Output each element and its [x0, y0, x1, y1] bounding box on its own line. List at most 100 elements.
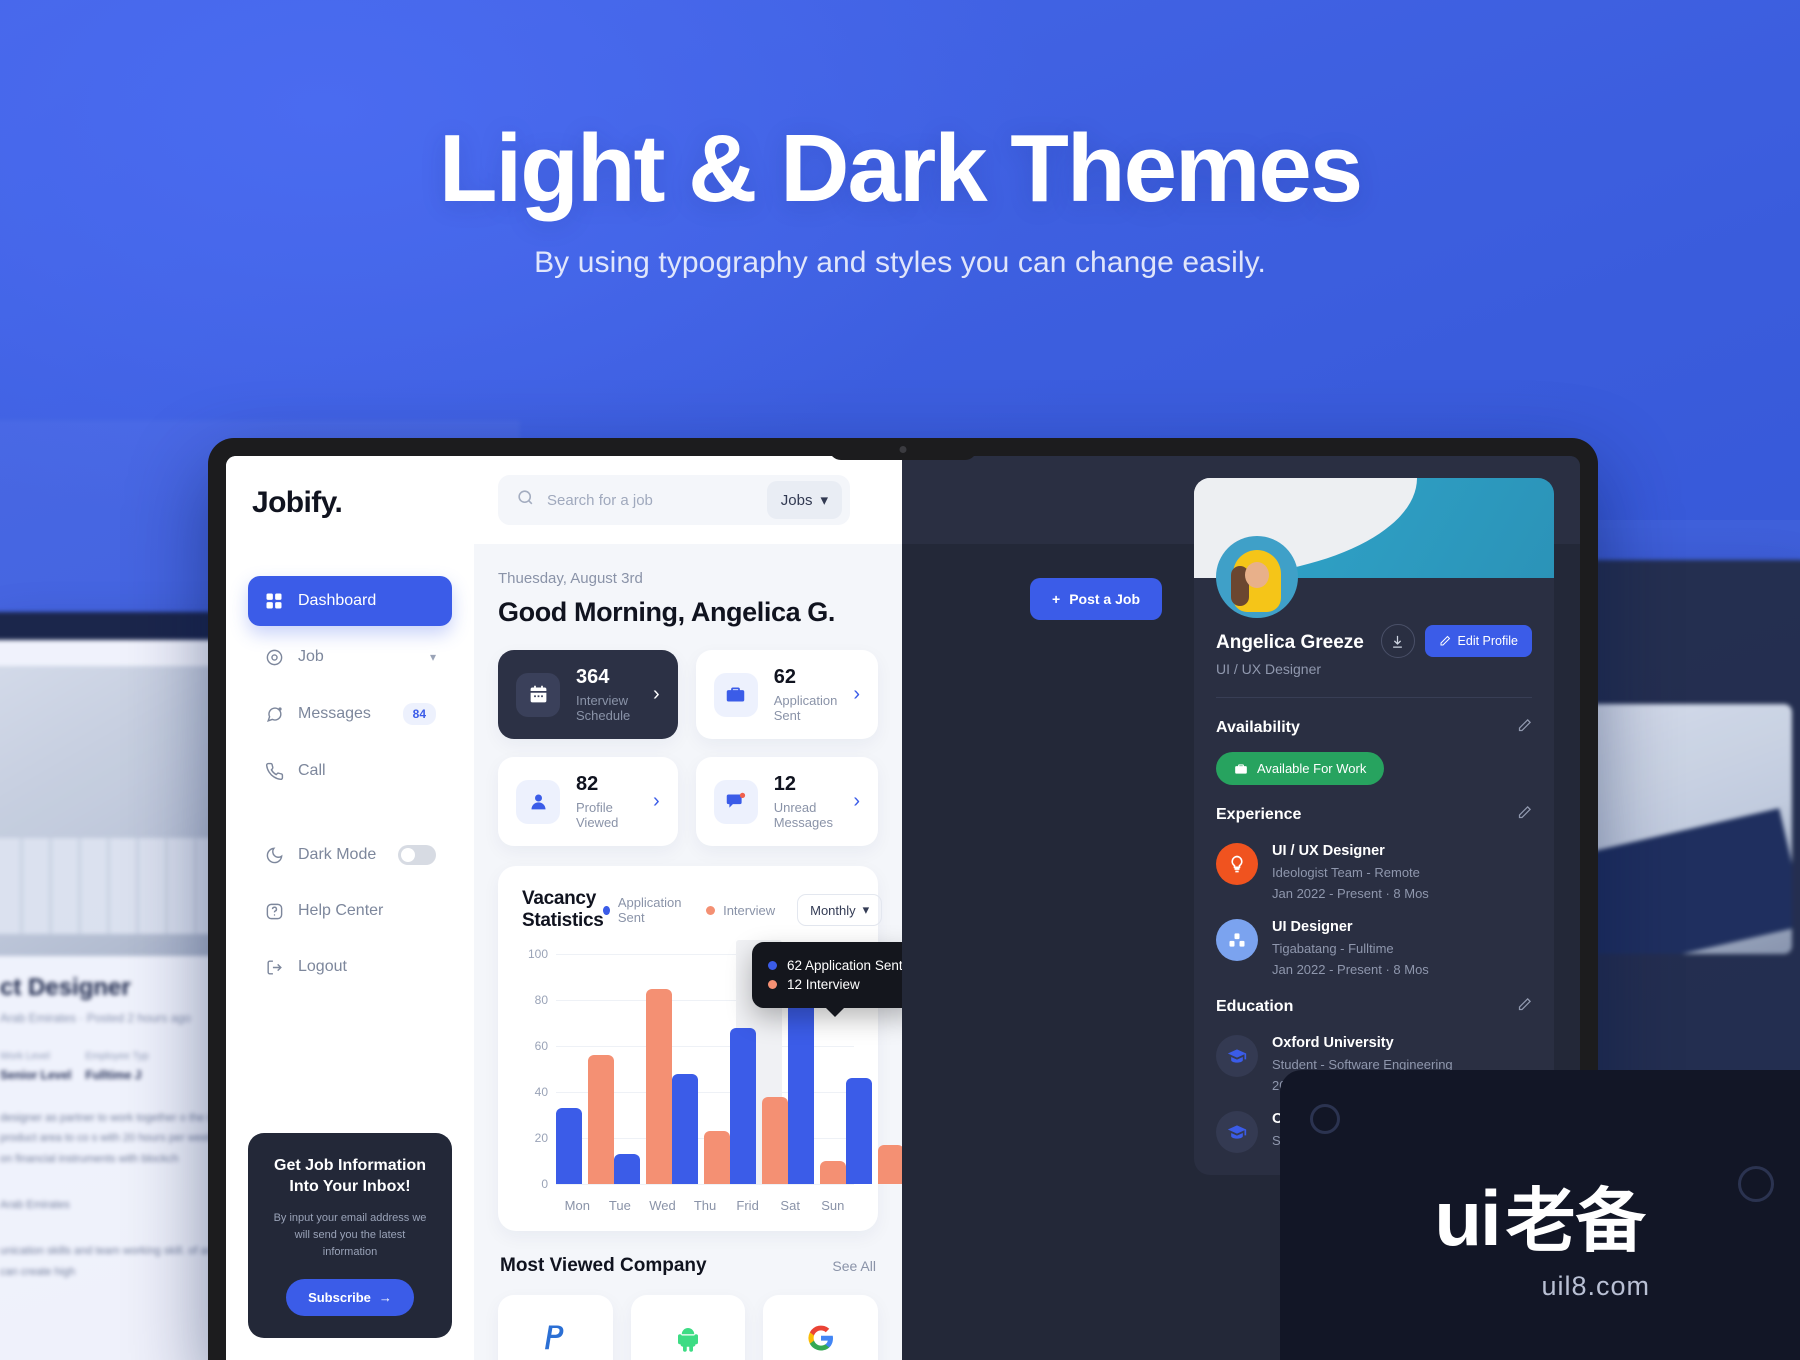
- stat-label: Application Sent: [773, 693, 838, 723]
- x-tick: Thu: [693, 1198, 717, 1213]
- vacancy-chart: 0 20 40 60 80 100 62 Application Sent 12…: [522, 940, 902, 1191]
- y-tick: 40: [534, 1085, 548, 1099]
- stat-card-application-sent[interactable]: 62 Application Sent ›: [695, 650, 878, 739]
- ghost-left-chip1-value: Senior Level: [0, 1068, 72, 1082]
- company-card-android[interactable]: [630, 1295, 746, 1360]
- sidebar: Jobify. Dashboard Job ▾ Messages 84 Call…: [226, 456, 474, 1360]
- legend-dot-icon: [603, 905, 610, 915]
- chart-bar[interactable]: [846, 1078, 872, 1184]
- tooltip-dot-icon: [768, 961, 777, 970]
- stat-card-unread-messages[interactable]: 12 Unread Messages ›: [695, 757, 878, 846]
- promo-title: Get Job Information Into Your Inbox!: [274, 1156, 426, 1196]
- divider: [1216, 697, 1532, 698]
- chart-bar-group[interactable]: [556, 954, 614, 1184]
- question-icon: [264, 901, 284, 921]
- blocks-icon: [1216, 919, 1258, 961]
- chart-bar[interactable]: [704, 1131, 730, 1184]
- google-logo: [800, 1317, 842, 1359]
- dark-mode-toggle[interactable]: [398, 845, 436, 865]
- arrow-right-icon: →: [378, 1290, 392, 1305]
- sidebar-item-call[interactable]: Call: [248, 746, 452, 796]
- vacancy-statistics-card: Vacancy Statistics Application Sent Inte…: [498, 866, 902, 1231]
- subscribe-label: Subscribe: [308, 1290, 371, 1305]
- post-a-job-label: Post a Job: [1069, 591, 1140, 607]
- profile-avatar: [1216, 536, 1298, 618]
- legend-label: Application Sent: [617, 895, 682, 925]
- legend-label: Interview: [723, 902, 776, 918]
- sidebar-item-label: Dark Mode: [298, 846, 377, 863]
- experience-title: Experience: [1216, 806, 1302, 823]
- sidebar-item-label: Dashboard: [298, 592, 377, 609]
- chevron-right-icon[interactable]: ›: [653, 790, 660, 813]
- stat-card-interview-schedule[interactable]: 364 Interview Schedule ›: [498, 650, 678, 739]
- search-icon: [516, 488, 535, 512]
- edit-availability-icon[interactable]: [1517, 718, 1532, 738]
- edit-profile-button[interactable]: Edit Profile: [1424, 625, 1532, 657]
- profile-role: UI / UX Designer: [1216, 661, 1322, 677]
- chart-bar[interactable]: [762, 1096, 788, 1184]
- availability-status-badge: Available For Work: [1216, 752, 1385, 785]
- chart-bar[interactable]: [730, 1027, 756, 1184]
- dashboard-content: Thuesday, August 3rd Good Morning, Angel…: [474, 544, 902, 1360]
- chart-bar[interactable]: [672, 1073, 698, 1184]
- chart-bar-group[interactable]: [614, 954, 672, 1184]
- message-icon: [713, 779, 758, 824]
- laptop-camera-notch: [829, 438, 977, 460]
- experience-item-date: Jan 2022 - Present · 8 Mos: [1272, 886, 1429, 901]
- y-tick: 60: [534, 1039, 548, 1053]
- sidebar-nav: Dashboard Job ▾ Messages 84 Call Dark Mo…: [248, 576, 452, 992]
- sidebar-item-messages[interactable]: Messages 84: [248, 688, 452, 740]
- post-a-job-button[interactable]: + Post a Job: [1030, 578, 1162, 620]
- search-input[interactable]: [547, 491, 755, 509]
- pencil-icon: [1440, 635, 1450, 646]
- chart-bar[interactable]: [646, 988, 672, 1184]
- see-all-link[interactable]: See All: [832, 1258, 876, 1274]
- sidebar-item-label: Messages: [298, 705, 371, 722]
- chart-bar[interactable]: [614, 1154, 640, 1184]
- stat-label: Profile Viewed: [576, 800, 619, 830]
- x-tick: Mon: [564, 1198, 590, 1213]
- x-tick: Wed: [649, 1198, 676, 1213]
- subscribe-button[interactable]: Subscribe →: [286, 1279, 414, 1316]
- plus-icon: +: [1052, 591, 1061, 607]
- chart-bar-group[interactable]: [672, 954, 730, 1184]
- chevron-down-icon: ▾: [820, 492, 828, 509]
- chart-bar[interactable]: [878, 1144, 902, 1184]
- edit-education-icon[interactable]: [1517, 997, 1532, 1017]
- sidebar-item-logout[interactable]: Logout: [248, 942, 452, 992]
- sidebar-item-help-center[interactable]: Help Center: [248, 886, 452, 936]
- edit-experience-icon[interactable]: [1517, 805, 1532, 825]
- experience-item-sub: Ideologist Team - Remote: [1272, 865, 1420, 880]
- stat-label: Interview Schedule: [576, 693, 631, 723]
- sidebar-item-job[interactable]: Job ▾: [248, 632, 452, 682]
- watermark-cn: 老备: [1505, 1181, 1646, 1260]
- sidebar-item-dark-mode[interactable]: Dark Mode: [248, 830, 452, 880]
- education-header: Education: [1216, 997, 1532, 1017]
- hero-subtitle: By using typography and styles you can c…: [534, 245, 1266, 279]
- company-card-google[interactable]: [763, 1295, 878, 1360]
- company-card-paypal[interactable]: [498, 1295, 613, 1360]
- vacancy-title: Vacancy Statistics: [522, 888, 604, 931]
- chart-legend: Application Sent Interview Monthly ▾: [603, 894, 883, 926]
- logout-icon: [264, 957, 284, 977]
- chevron-right-icon[interactable]: ›: [853, 790, 860, 813]
- education-title: Education: [1216, 998, 1294, 1015]
- jobs-filter-select[interactable]: Jobs ▾: [766, 481, 842, 519]
- chart-bar[interactable]: [556, 1108, 582, 1184]
- experience-header: Experience: [1216, 805, 1532, 825]
- chevron-right-icon[interactable]: ›: [653, 683, 660, 706]
- stat-card-profile-viewed[interactable]: 82 Profile Viewed ›: [498, 757, 678, 846]
- legend-application-sent: Application Sent: [603, 895, 684, 925]
- graduation-icon: [1216, 1035, 1258, 1077]
- chart-y-axis: 0 20 40 60 80 100: [522, 947, 556, 1191]
- experience-item-date: Jan 2022 - Present · 8 Mos: [1272, 962, 1429, 977]
- chevron-right-icon[interactable]: ›: [853, 683, 860, 706]
- download-icon[interactable]: [1380, 624, 1415, 658]
- sidebar-item-label: Job: [298, 648, 324, 665]
- sidebar-item-dashboard[interactable]: Dashboard: [248, 576, 452, 626]
- chart-bar[interactable]: [820, 1161, 846, 1184]
- chart-bar[interactable]: [588, 1055, 614, 1184]
- stat-value: 82: [576, 773, 599, 795]
- period-select[interactable]: Monthly ▾: [797, 894, 883, 926]
- edit-profile-label: Edit Profile: [1457, 634, 1518, 648]
